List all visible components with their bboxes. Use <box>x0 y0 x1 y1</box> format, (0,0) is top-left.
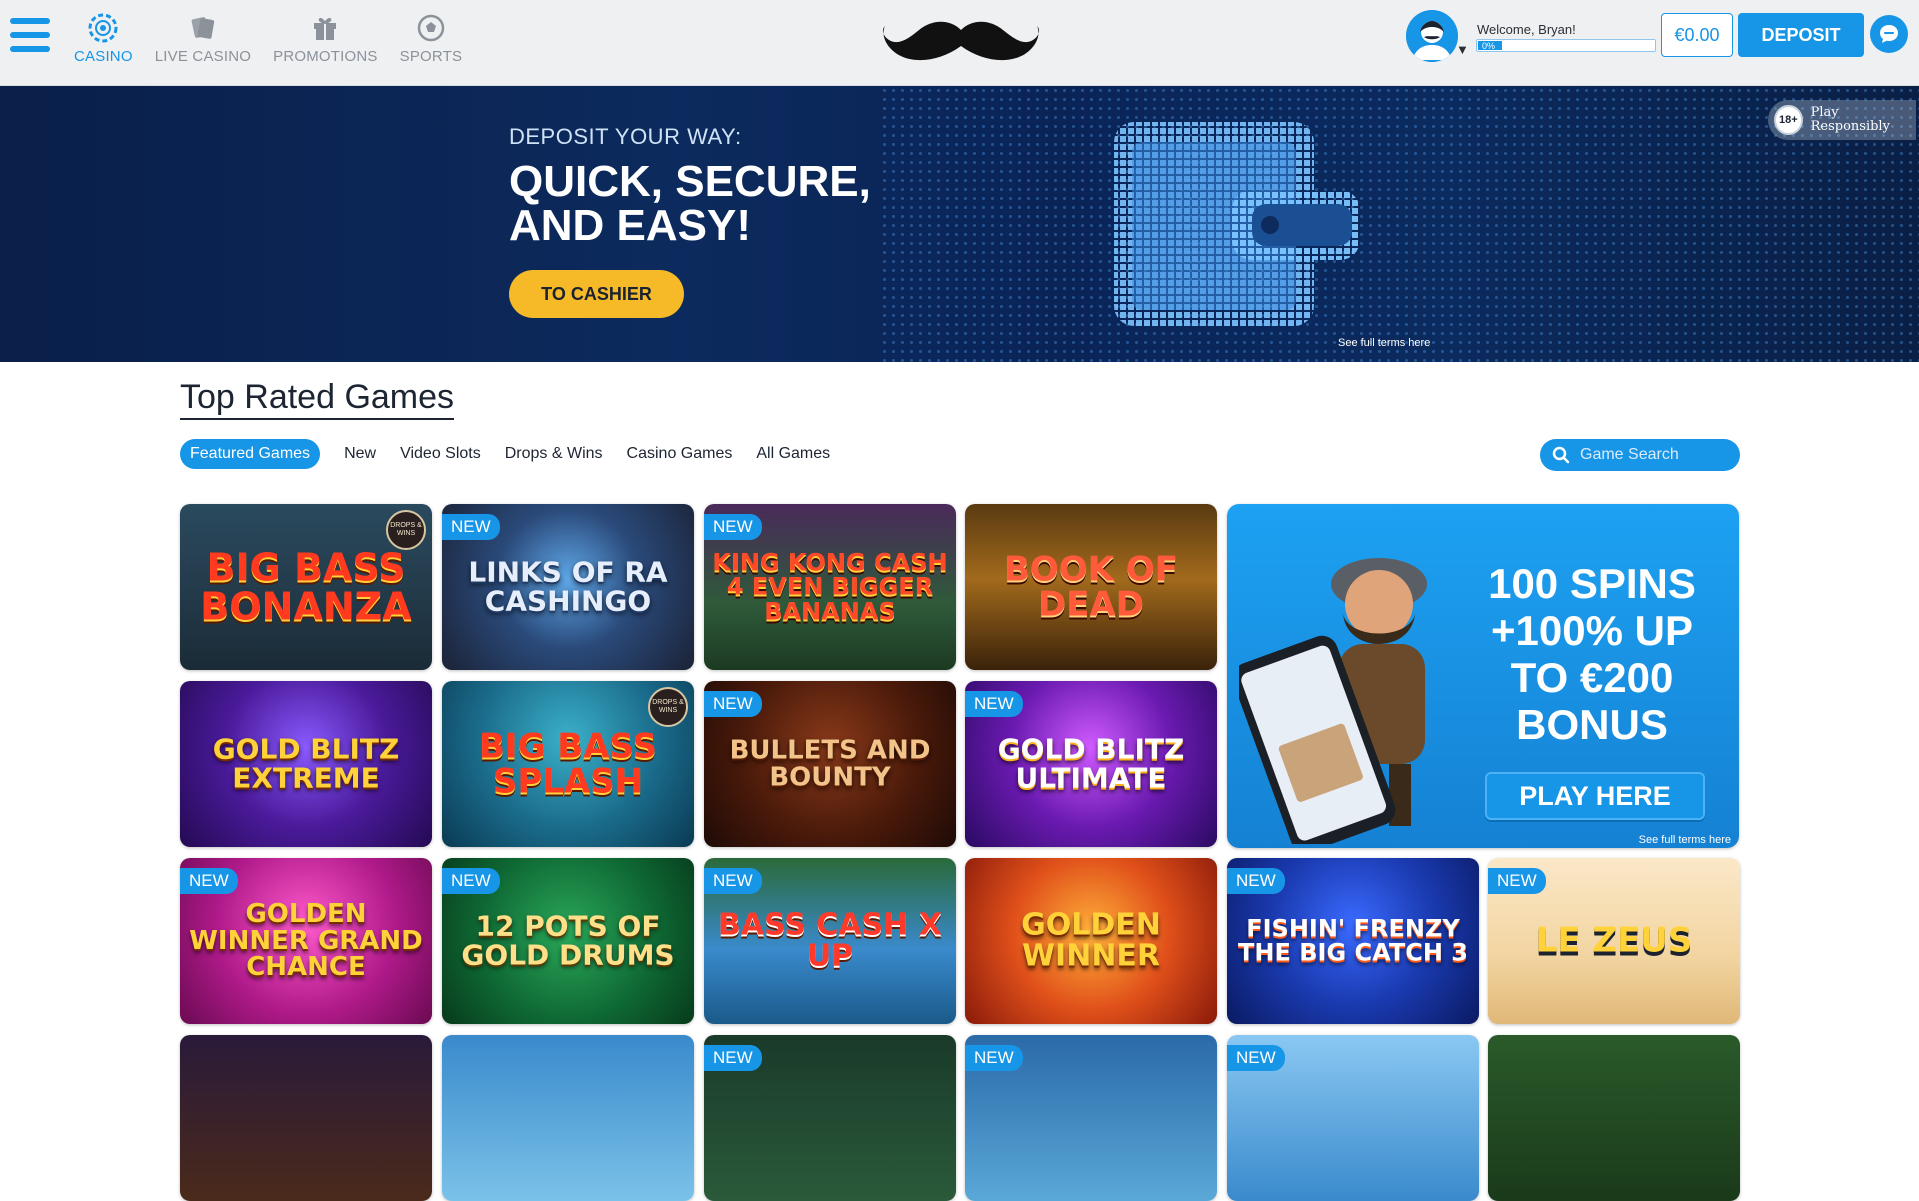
hero-banner[interactable]: DEPOSIT YOUR WAY: QUICK, SECURE, AND EAS… <box>0 86 1919 362</box>
game-title: GOLD BLITZ ULTIMATE <box>997 732 1185 794</box>
game-title: BULLETS AND BOUNTY <box>729 735 931 792</box>
game-title: BOOK OF DEAD <box>1003 549 1179 624</box>
game-tile[interactable]: NEW FISHIN' FRENZY THE BIG CATCH 3 <box>1227 858 1479 1024</box>
nav-sports-label: SPORTS <box>399 48 463 65</box>
game-tile[interactable]: NEW BASS CASH X UP <box>704 858 956 1024</box>
nav-live-casino-label: LIVE CASINO <box>154 48 252 65</box>
game-title: BASS CASH X UP <box>718 907 942 973</box>
nav-sports[interactable]: SPORTS <box>400 12 463 65</box>
section-title: Top Rated Games <box>180 378 455 420</box>
game-title: 12 POTS OF GOLD DRUMS <box>461 909 675 971</box>
game-tile[interactable]: NEW KING KONG CASH 4 EVEN BIGGER BANANAS <box>704 504 956 670</box>
tab-new[interactable]: New <box>344 445 376 463</box>
game-tile[interactable]: NEW <box>704 1035 956 1201</box>
game-tile[interactable] <box>442 1035 694 1201</box>
hero-background-pattern <box>880 86 1919 362</box>
tab-casino-games[interactable]: Casino Games <box>627 445 733 463</box>
top-header: CASINO LIVE CASINO PROMOTIONS SPORTS ▼ W… <box>0 0 1919 86</box>
new-badge: NEW <box>1227 868 1285 894</box>
game-title: GOLDEN WINNER <box>1021 907 1161 973</box>
level-progress-label: 0% <box>1482 41 1496 51</box>
soccer-ball-icon <box>415 12 447 44</box>
game-tile[interactable]: GOLDEN WINNER <box>965 858 1217 1024</box>
level-progress-bar: 0% <box>1476 39 1656 52</box>
chevron-down-icon[interactable]: ▼ <box>1456 42 1469 57</box>
age-18-icon: 18+ <box>1774 105 1803 135</box>
game-title: LINKS OF RA CASHINGO <box>468 555 668 617</box>
new-badge: NEW <box>704 868 762 894</box>
game-tile[interactable]: NEW LINKS OF RA CASHINGO <box>442 504 694 670</box>
new-badge: NEW <box>965 1045 1023 1071</box>
balance-display[interactable]: €0.00 <box>1661 13 1733 57</box>
nav-casino[interactable]: CASINO <box>74 12 133 65</box>
game-tile[interactable]: NEW BULLETS AND BOUNTY <box>704 681 956 847</box>
hero-title: QUICK, SECURE, AND EASY! <box>509 157 871 250</box>
live-cards-icon <box>187 12 219 44</box>
main-nav: CASINO LIVE CASINO PROMOTIONS SPORTS <box>74 12 462 65</box>
game-tile[interactable]: NEW LE ZEUS <box>1488 858 1740 1024</box>
search-placeholder: Game Search <box>1580 446 1679 463</box>
hamburger-menu-icon[interactable] <box>10 18 50 62</box>
chat-bubble-icon[interactable] <box>1870 15 1908 53</box>
game-title: GOLDEN WINNER GRAND CHANCE <box>189 899 423 983</box>
gift-box-icon <box>309 12 341 44</box>
tab-featured-games[interactable]: Featured Games <box>180 439 321 469</box>
game-title: LE ZEUS <box>1535 920 1693 961</box>
game-title: BIG BASS SPLASH <box>479 726 657 801</box>
play-here-button[interactable]: PLAY HERE <box>1485 772 1705 820</box>
casino-chip-icon <box>87 12 119 44</box>
game-tile[interactable]: NEW 12 POTS OF GOLD DRUMS <box>442 858 694 1024</box>
game-tile[interactable]: NEW <box>1227 1035 1479 1201</box>
deposit-button[interactable]: DEPOSIT <box>1738 13 1864 57</box>
search-icon <box>1552 446 1570 464</box>
drops-wins-badge: DROPS & WINS <box>648 687 688 727</box>
nav-casino-label: CASINO <box>74 48 133 65</box>
new-badge: NEW <box>704 1045 762 1071</box>
game-tile[interactable] <box>1488 1035 1740 1201</box>
new-badge: NEW <box>965 691 1023 717</box>
game-tile[interactable] <box>180 1035 432 1201</box>
gonzo-character-illustration <box>1239 558 1427 844</box>
game-tile[interactable]: BOOK OF DEAD <box>965 504 1217 670</box>
game-tile[interactable]: NEW GOLD BLITZ ULTIMATE <box>965 681 1217 847</box>
nav-promotions-label: PROMOTIONS <box>273 48 378 65</box>
wallet-icon <box>1112 120 1362 335</box>
new-badge: NEW <box>704 691 762 717</box>
mustache-logo[interactable] <box>879 16 1043 72</box>
promo-banner[interactable]: 100 SPINS +100% UP TO €200 BONUS PLAY HE… <box>1227 504 1739 848</box>
new-badge: NEW <box>704 514 762 540</box>
level-progress-fill: 0% <box>1478 41 1502 51</box>
drops-wins-badge: DROPS & WINS <box>386 510 426 550</box>
game-title: FISHIN' FRENZY THE BIG CATCH 3 <box>1238 914 1468 967</box>
play-responsibly-badge[interactable]: 18+ Play Responsibly <box>1768 100 1916 140</box>
game-search-input[interactable]: Game Search <box>1540 439 1740 471</box>
game-title: BIG BASS BONANZA <box>200 545 412 628</box>
new-badge: NEW <box>442 514 500 540</box>
game-filter-tabs: Featured Games New Video Slots Drops & W… <box>180 439 830 469</box>
game-tile[interactable]: BIG BASS SPLASH DROPS & WINS <box>442 681 694 847</box>
game-tile[interactable]: GOLD BLITZ EXTREME <box>180 681 432 847</box>
hero-terms-link[interactable]: See full terms here <box>1338 337 1430 349</box>
game-tile[interactable]: NEW GOLDEN WINNER GRAND CHANCE <box>180 858 432 1024</box>
nav-live-casino[interactable]: LIVE CASINO <box>155 12 251 65</box>
play-responsibly-text: Play Responsibly <box>1810 105 1890 134</box>
game-title: KING KONG CASH 4 EVEN BIGGER BANANAS <box>712 548 948 626</box>
game-tile[interactable]: NEW <box>965 1035 1217 1201</box>
tab-video-slots[interactable]: Video Slots <box>400 445 481 463</box>
promo-terms-link[interactable]: See full terms here <box>1639 834 1731 846</box>
promo-text: 100 SPINS +100% UP TO €200 BONUS <box>1488 560 1696 748</box>
game-title: GOLD BLITZ EXTREME <box>212 732 400 794</box>
new-badge: NEW <box>442 868 500 894</box>
new-badge: NEW <box>180 868 238 894</box>
user-avatar[interactable] <box>1406 10 1458 62</box>
hero-eyebrow: DEPOSIT YOUR WAY: <box>509 124 742 149</box>
game-tile[interactable]: BIG BASS BONANZA DROPS & WINS <box>180 504 432 670</box>
tab-all-games[interactable]: All Games <box>756 445 830 463</box>
tab-drops-wins[interactable]: Drops & Wins <box>505 445 603 463</box>
new-badge: NEW <box>1227 1045 1285 1071</box>
welcome-text: Welcome, Bryan! <box>1477 22 1576 37</box>
new-badge: NEW <box>1488 868 1546 894</box>
nav-promotions[interactable]: PROMOTIONS <box>273 12 378 65</box>
to-cashier-button[interactable]: TO CASHIER <box>509 270 684 318</box>
